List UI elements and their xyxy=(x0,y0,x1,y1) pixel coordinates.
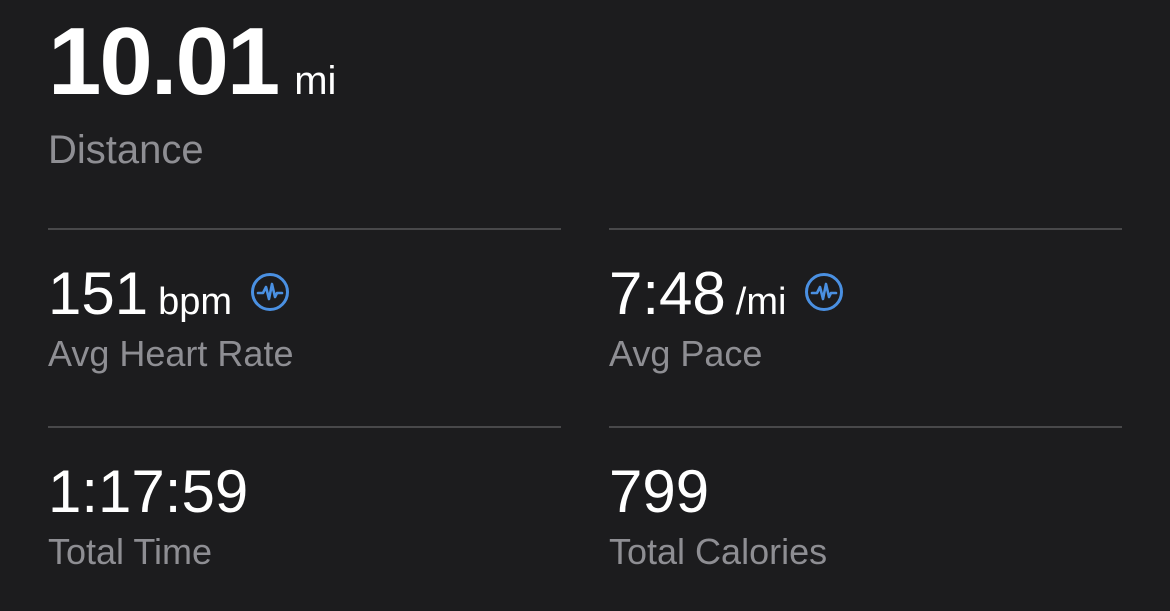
divider-right-bottom xyxy=(609,426,1122,428)
divider-left-bottom xyxy=(48,426,561,428)
divider-left-top xyxy=(48,228,561,230)
divider-right-top xyxy=(609,228,1122,230)
total-time-value-row: 1:17:59 xyxy=(48,462,248,522)
heart-rate-value-row: 151 bpm xyxy=(48,264,293,324)
heart-rate-value: 151 xyxy=(48,260,149,327)
heart-rate-sensor-icon xyxy=(250,272,290,312)
pace-label: Avg Pace xyxy=(609,333,763,374)
calories-value: 799 xyxy=(609,458,710,525)
total-time-value: 1:17:59 xyxy=(48,458,249,525)
pace-sensor-icon xyxy=(804,272,844,312)
pace-unit: /mi xyxy=(735,281,787,323)
total-time-stat: 1:17:59 Total Time xyxy=(48,462,248,572)
total-calories-stat: 799 Total Calories xyxy=(609,462,827,572)
heart-rate-label: Avg Heart Rate xyxy=(48,333,294,374)
heart-rate-unit: bpm xyxy=(158,281,233,323)
distance-stat: 10.01 mi Distance xyxy=(48,14,336,173)
calories-value-row: 799 xyxy=(609,462,827,522)
distance-unit: mi xyxy=(294,59,337,103)
avg-heart-rate-stat: 151 bpm Avg Heart Rate xyxy=(48,264,293,374)
avg-pace-stat: 7:48 /mi Avg Pace xyxy=(609,264,844,374)
distance-value: 10.01 xyxy=(48,8,280,115)
calories-label: Total Calories xyxy=(609,531,828,572)
distance-value-row: 10.01 mi xyxy=(48,14,336,110)
pace-value-row: 7:48 /mi xyxy=(609,264,844,324)
distance-label: Distance xyxy=(48,128,204,172)
pace-value: 7:48 xyxy=(609,260,726,327)
total-time-label: Total Time xyxy=(48,531,213,572)
